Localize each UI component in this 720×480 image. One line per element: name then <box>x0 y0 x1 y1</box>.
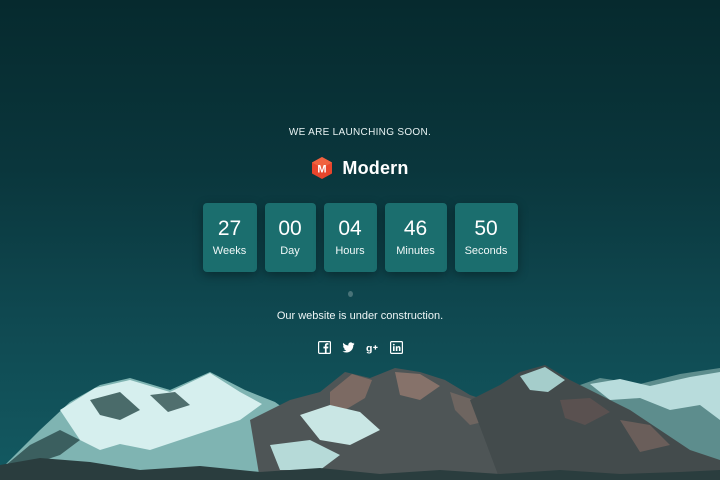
twitter-link[interactable] <box>342 341 355 354</box>
countdown-value: 00 <box>278 217 302 240</box>
countdown-value: 04 <box>338 217 362 240</box>
brand: M Modern <box>0 156 720 180</box>
countdown-hours: 04 Hours <box>323 203 377 272</box>
countdown-days: 00 Day <box>264 203 316 272</box>
countdown-value: 27 <box>217 217 242 240</box>
social-links: g <box>0 341 720 354</box>
svg-text:g: g <box>366 343 372 355</box>
brand-logo-icon: M <box>312 157 333 179</box>
google-plus-link[interactable]: g <box>366 341 379 354</box>
coming-soon-page: WE ARE LAUNCHING SOON. M Modern 27 Weeks… <box>0 0 720 480</box>
google-plus-icon: g <box>366 343 378 355</box>
facebook-link[interactable] <box>317 341 331 354</box>
countdown-value: 50 <box>474 217 498 240</box>
brand-logo-letter: M <box>318 164 327 176</box>
countdown-seconds: 50 Seconds <box>454 203 518 272</box>
twitter-icon <box>342 342 354 353</box>
countdown-label: Weeks <box>212 245 247 257</box>
moon-decoration <box>348 291 353 297</box>
countdown-value: 46 <box>403 217 428 240</box>
linkedin-icon <box>389 341 403 354</box>
countdown-minutes: 46 Minutes <box>384 203 447 272</box>
launch-tagline: WE ARE LAUNCHING SOON. <box>288 127 432 138</box>
construction-message: Our website is under construction. <box>276 310 444 322</box>
countdown-label: Minutes <box>396 245 435 257</box>
countdown-label: Hours <box>335 245 365 257</box>
linkedin-link[interactable] <box>389 341 403 354</box>
countdown-label: Seconds <box>464 245 508 257</box>
facebook-icon <box>317 341 331 354</box>
countdown-weeks: 27 Weeks <box>202 203 257 272</box>
countdown: 27 Weeks 00 Day 04 Hours 46 Minutes 50 S… <box>0 203 720 272</box>
brand-name: Modern <box>342 157 409 178</box>
countdown-label: Day <box>280 245 300 257</box>
